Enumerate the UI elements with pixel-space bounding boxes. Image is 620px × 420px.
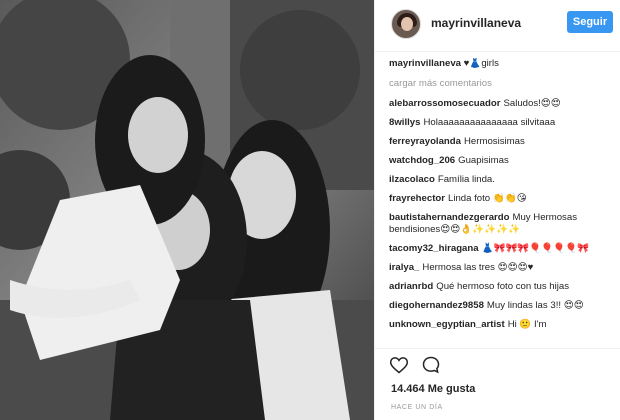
comment-username[interactable]: unknown_egyptian_artist xyxy=(389,319,505,330)
comment-text: Guapisimas xyxy=(458,155,509,166)
comment-text: Saludos!😍😍 xyxy=(503,98,561,109)
comment-username[interactable]: ferreyrayolanda xyxy=(389,136,461,147)
comment-username[interactable]: 8willys xyxy=(389,117,420,128)
comment-item: ferreyrayolanda Hermosisimas xyxy=(389,136,617,148)
post-photo[interactable] xyxy=(0,0,374,420)
caption-username[interactable]: mayrinvillaneva xyxy=(389,58,461,69)
comment-username[interactable]: ilzacolaco xyxy=(389,174,435,185)
comment-item: alebarrossomosecuador Saludos!😍😍 xyxy=(389,98,617,110)
heart-icon[interactable] xyxy=(389,355,409,375)
comment-username[interactable]: tacomy32_hiragana xyxy=(389,243,479,254)
comment-item: bautistahernandezgerardo Muy Hermosas ben… xyxy=(389,212,617,236)
comment-username[interactable]: frayrehector xyxy=(389,193,445,204)
comment-username[interactable]: alebarrossomosecuador xyxy=(389,98,500,109)
comment-username[interactable]: watchdog_206 xyxy=(389,155,455,166)
comment-text: Qué hermoso foto con tus hijas xyxy=(436,281,570,292)
comment-text: 👗🎀🎀🎀🎈🎈🎈🎈🎀 xyxy=(481,243,590,254)
comment-text: Linda foto 👏👏😘 xyxy=(448,193,527,204)
load-more-comments-link[interactable]: cargar más comentarios xyxy=(389,78,617,90)
comment-item: adrianrbd Qué hermoso foto con tus hijas xyxy=(389,281,617,293)
caption: mayrinvillaneva ♥👗girls xyxy=(389,58,617,70)
comment-item: iralya_ Hermosa las tres 😍😍😍♥ xyxy=(389,262,617,274)
actions-bar: 14.464 Me gusta HACE UN DÍA xyxy=(375,348,620,420)
comment-item: ilzacolaco Família linda. xyxy=(389,174,617,186)
comment-text: Hermosisimas xyxy=(464,136,525,147)
avatar[interactable] xyxy=(391,9,421,39)
post-time[interactable]: HACE UN DÍA xyxy=(391,404,443,411)
comment-item: diegohernandez9858 Muy lindas las 3!! 😍😍 xyxy=(389,300,617,312)
comment-item: 8willys Holaaaaaaaaaaaaaaa silvitaaa xyxy=(389,117,617,129)
comment-text: Holaaaaaaaaaaaaaaa silvitaaa xyxy=(423,117,556,128)
likes-count[interactable]: 14.464 Me gusta xyxy=(391,383,475,395)
comment-username[interactable]: diegohernandez9858 xyxy=(389,300,484,311)
comment-item: frayrehector Linda foto 👏👏😘 xyxy=(389,193,617,205)
post-header: mayrinvillaneva Seguir xyxy=(375,0,620,52)
follow-button[interactable]: Seguir xyxy=(567,11,613,33)
comment-username[interactable]: adrianrbd xyxy=(389,281,433,292)
comment-username[interactable]: bautistahernandezgerardo xyxy=(389,212,509,223)
comment-bubble-icon[interactable] xyxy=(421,355,441,375)
comments-list[interactable]: mayrinvillaneva ♥👗girls cargar más comen… xyxy=(389,58,617,348)
comment-text: Família linda. xyxy=(437,174,495,185)
comment-text: Hi 🙂 I'm xyxy=(507,319,547,330)
caption-text: ♥👗girls xyxy=(463,58,499,69)
comment-username[interactable]: iralya_ xyxy=(389,262,419,273)
comment-text: Muy lindas las 3!! 😍😍 xyxy=(486,300,584,311)
comment-item: tacomy32_hiragana 👗🎀🎀🎀🎈🎈🎈🎈🎀 xyxy=(389,243,617,255)
comment-item: watchdog_206 Guapisimas xyxy=(389,155,617,167)
comment-item: unknown_egyptian_artist Hi 🙂 I'm xyxy=(389,319,617,331)
comment-text: Hermosa las tres 😍😍😍♥ xyxy=(422,262,534,273)
header-username[interactable]: mayrinvillaneva xyxy=(431,16,521,30)
post-side-panel: mayrinvillaneva Seguir mayrinvillaneva ♥… xyxy=(374,0,620,420)
